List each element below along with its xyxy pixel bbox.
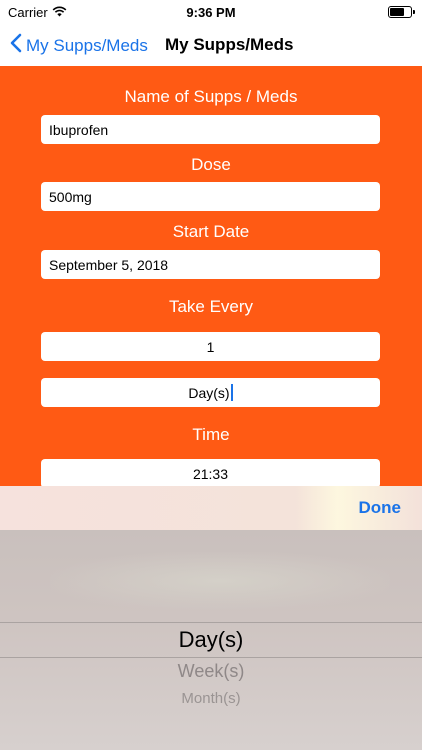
med-form: Name of Supps / Meds Ibuprofen Dose 500m… xyxy=(0,66,422,486)
picker-option[interactable]: Week(s) xyxy=(0,661,422,682)
dose-label: Dose xyxy=(191,155,231,174)
text-cursor xyxy=(230,384,233,401)
picker-toolbar: Done xyxy=(0,486,422,530)
start-date-value: September 5, 2018 xyxy=(49,256,169,273)
picker-blur xyxy=(50,552,390,610)
back-button-label: My Supps/Meds xyxy=(26,35,148,55)
take-every-value: 1 xyxy=(206,338,215,355)
dose-field[interactable]: 500mg xyxy=(41,182,380,211)
done-button[interactable]: Done xyxy=(359,498,402,518)
take-every-field[interactable]: 1 xyxy=(41,332,380,361)
battery-icon xyxy=(388,6,415,18)
status-bar: Carrier 9:36 PM xyxy=(0,0,422,24)
time-field[interactable]: 21:33 xyxy=(41,459,380,486)
start-date-field[interactable]: September 5, 2018 xyxy=(41,250,380,279)
name-field[interactable]: Ibuprofen xyxy=(41,115,380,144)
back-button[interactable]: My Supps/Meds xyxy=(10,33,148,58)
unit-value: Day(s) xyxy=(188,384,230,401)
unit-picker[interactable]: Day(s) Week(s) Month(s) xyxy=(0,530,422,750)
picker-selection-bottom xyxy=(0,657,422,658)
unit-field[interactable]: Day(s) xyxy=(41,378,380,407)
name-value: Ibuprofen xyxy=(49,121,109,138)
picker-option[interactable]: Month(s) xyxy=(0,690,422,707)
page-title: My Supps/Meds xyxy=(165,35,294,54)
name-label: Name of Supps / Meds xyxy=(124,87,298,106)
picker-selection-top xyxy=(0,622,422,623)
dose-value: 500mg xyxy=(49,188,92,205)
time-label: Time xyxy=(192,425,230,444)
picker-option-selected[interactable]: Day(s) xyxy=(0,627,422,653)
status-time: 9:36 PM xyxy=(186,5,236,20)
start-date-label: Start Date xyxy=(172,222,250,241)
take-every-label: Take Every xyxy=(168,297,254,316)
navigation-bar: My Supps/Meds My Supps/Meds xyxy=(0,24,422,66)
time-value: 21:33 xyxy=(192,465,229,482)
chevron-left-icon xyxy=(10,33,22,58)
